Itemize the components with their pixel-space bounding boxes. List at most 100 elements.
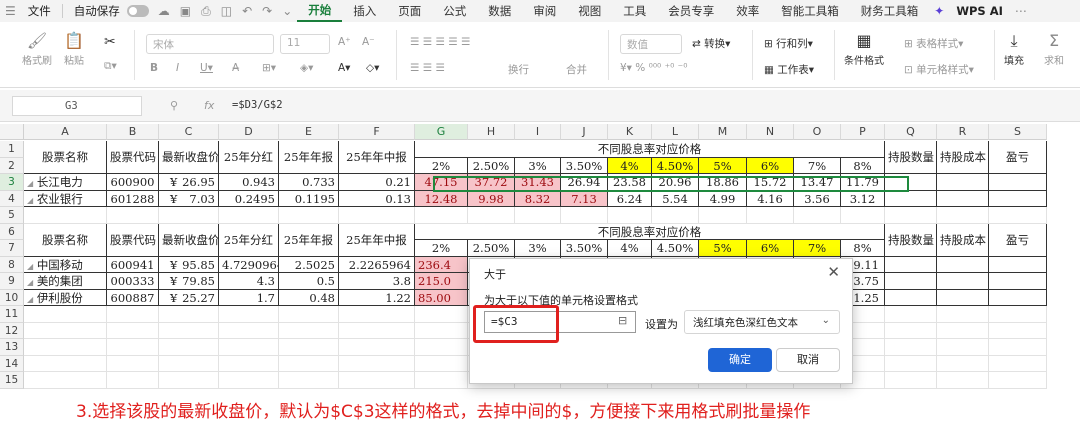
empty-cell[interactable] (937, 372, 989, 389)
rate-price-cell[interactable]: 15.72 (747, 174, 794, 191)
worksheet-button[interactable]: ▦ 工作表▾ (764, 62, 814, 77)
empty-cell[interactable] (937, 339, 989, 356)
row-header[interactable]: 3 (0, 174, 24, 191)
rate-price-cell[interactable]: 6.24 (608, 190, 652, 207)
dividend-cell[interactable]: 4.3 (219, 273, 279, 290)
rate-header-cell[interactable]: 3.50% (561, 240, 608, 257)
rate-price-cell[interactable]: 8.32 (515, 190, 561, 207)
empty-cell[interactable] (415, 355, 468, 372)
stock-code-cell[interactable]: 600900 (107, 174, 159, 191)
empty-cell[interactable] (841, 207, 885, 224)
empty-cell[interactable] (747, 207, 794, 224)
rate-header-cell[interactable]: 4.50% (652, 240, 699, 257)
tab-efficiency[interactable]: 效率 (725, 3, 770, 19)
stock-name-cell[interactable]: ◢ 中国移动 (24, 256, 107, 273)
rate-price-cell[interactable]: 47.15 (415, 174, 468, 191)
empty-cell[interactable] (937, 322, 989, 339)
header-cell[interactable]: 盈亏 (989, 223, 1047, 257)
stock-name-cell[interactable]: ◢ 农业银行 (24, 190, 107, 207)
empty-cell[interactable] (219, 322, 279, 339)
empty-cell[interactable] (699, 207, 747, 224)
header-cell[interactable]: 25年年报 (279, 223, 339, 257)
zoom-icon[interactable]: ⚲ (170, 99, 178, 112)
header-cell[interactable]: 盈亏 (989, 141, 1047, 174)
column-header[interactable]: B (107, 124, 159, 140)
ok-button[interactable]: 确定 (708, 348, 772, 372)
rate-price-cell[interactable]: 37.72 (468, 174, 515, 191)
column-header[interactable]: D (219, 124, 279, 140)
empty-cell[interactable] (885, 207, 937, 224)
rate-price-cell[interactable]: 18.86 (699, 174, 747, 191)
empty-cell[interactable] (24, 207, 107, 224)
table-style-button[interactable]: ⊞ 表格样式▾ (904, 36, 963, 51)
header-cell[interactable]: 持股数量 (885, 223, 937, 257)
empty-cell[interactable] (24, 322, 107, 339)
font-size-select[interactable]: 11 (280, 34, 330, 54)
rate-header-cell[interactable]: 3.50% (561, 157, 608, 174)
empty-cell[interactable] (279, 339, 339, 356)
convert-button[interactable]: ⇄ 转换▾ (692, 36, 730, 51)
increase-font-icon[interactable]: A⁺ (338, 36, 351, 48)
empty-cell[interactable] (339, 207, 415, 224)
rate-header-cell[interactable]: 7% (794, 157, 841, 174)
rate-header-cell[interactable]: 5% (699, 157, 747, 174)
tab-page[interactable]: 页面 (387, 3, 432, 19)
eraser-icon[interactable]: ◇▾ (366, 62, 379, 74)
empty-cell[interactable] (107, 339, 159, 356)
rows-cols-button[interactable]: ⊞ 行和列▾ (764, 36, 813, 51)
empty-cell[interactable] (279, 322, 339, 339)
rate-price-cell[interactable]: 12.48 (415, 190, 468, 207)
save-icon[interactable]: ▣ (175, 4, 196, 18)
rate-price-cell[interactable]: 23.58 (608, 174, 652, 191)
strikethrough-icon[interactable]: A̶ (232, 62, 239, 74)
chevron-down-icon[interactable]: ⌄ (277, 4, 297, 18)
tab-member[interactable]: 会员专享 (657, 3, 725, 19)
undo-icon[interactable]: ↶ (237, 4, 257, 18)
name-box[interactable]: G3 (12, 96, 142, 116)
rate-price-cell[interactable]: 3.56 (794, 190, 841, 207)
price-cell[interactable]: ¥7.03 (159, 190, 219, 207)
rate-price-cell[interactable]: 215.0 (415, 273, 468, 290)
rate-price-cell[interactable]: 5.54 (652, 190, 699, 207)
rate-price-cell[interactable]: 26.94 (561, 174, 608, 191)
row-header[interactable]: 10 (0, 289, 24, 306)
empty-cell[interactable] (561, 207, 608, 224)
empty-cell[interactable] (885, 355, 937, 372)
tab-review[interactable]: 审阅 (522, 3, 567, 19)
rate-header-cell[interactable]: 3% (515, 157, 561, 174)
dividend-cell[interactable]: 1.7 (219, 289, 279, 306)
empty-cell[interactable] (415, 207, 468, 224)
column-header[interactable]: R (937, 124, 989, 140)
select-all-corner[interactable] (0, 124, 24, 140)
empty-cell[interactable] (885, 339, 937, 356)
header-cell[interactable]: 股票名称 (24, 141, 107, 174)
header-cell[interactable]: 25年分红 (219, 223, 279, 257)
annual-cell[interactable]: 0.1195 (279, 190, 339, 207)
group-title-cell[interactable]: 不同股息率对应价格 (415, 141, 885, 158)
empty-cell[interactable] (279, 306, 339, 323)
copy-icon[interactable]: ⧉▾ (104, 60, 117, 73)
group-title-cell[interactable]: 不同股息率对应价格 (415, 223, 885, 240)
rate-header-cell[interactable]: 8% (841, 240, 885, 257)
header-cell[interactable]: 25年年中报 (339, 141, 415, 174)
header-cell[interactable]: 25年年报 (279, 141, 339, 174)
wps-ai-tab[interactable]: WPS AI (949, 4, 1010, 18)
rate-header-cell[interactable]: 2% (415, 240, 468, 257)
empty-cell[interactable] (339, 322, 415, 339)
empty-cell[interactable] (219, 339, 279, 356)
empty-cell[interactable] (937, 289, 989, 306)
rate-header-cell[interactable]: 4% (608, 157, 652, 174)
column-header[interactable]: L (652, 124, 699, 140)
column-header[interactable]: A (24, 124, 107, 140)
print-icon[interactable]: ⎙ (196, 4, 216, 19)
empty-cell[interactable] (937, 306, 989, 323)
stock-code-cell[interactable]: 000333 (107, 273, 159, 290)
rate-header-cell[interactable]: 7% (794, 240, 841, 257)
empty-cell[interactable] (515, 207, 561, 224)
empty-cell[interactable] (989, 372, 1047, 389)
tab-home[interactable]: 开始 (297, 0, 343, 22)
tab-formula[interactable]: 公式 (432, 3, 477, 19)
rate-header-cell[interactable]: 3% (515, 240, 561, 257)
empty-cell[interactable] (937, 174, 989, 191)
italic-icon[interactable]: I (176, 62, 179, 74)
